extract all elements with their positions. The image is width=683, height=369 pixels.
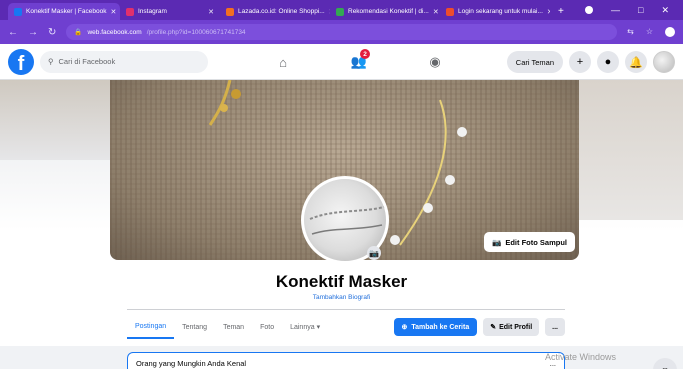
tab-more-label: Lainnya xyxy=(290,323,315,331)
browser-tab-title: Login sekarang untuk mulai... xyxy=(458,8,543,15)
browser-tab[interactable]: Lazada.co.id: Online Shoppi... ✕ xyxy=(220,3,330,20)
maximize-icon[interactable]: □ xyxy=(638,5,643,15)
add-bio-link[interactable]: Tambahkan Biografi xyxy=(0,294,683,301)
url-domain: web.facebook.com xyxy=(87,28,142,36)
close-icon[interactable]: ✕ xyxy=(110,8,116,16)
browser-tab-title: Instagram xyxy=(138,8,167,15)
edit-cover-label: Edit Foto Sampul xyxy=(505,237,568,247)
plus-icon: + xyxy=(576,56,584,68)
shopee-favicon-icon xyxy=(446,7,454,16)
instagram-favicon-icon xyxy=(126,7,134,16)
window-controls: — □ ✕ xyxy=(585,0,683,20)
facebook-header: f ⚲ Cari di Facebook ⌂ 👥 2 ◉ Cari Teman … xyxy=(0,44,683,80)
browser-tab[interactable]: Konektif Masker | Facebook ✕ xyxy=(8,3,120,20)
tab-friends[interactable]: Teman xyxy=(215,315,252,339)
suggestion-title: Orang yang Mungkin Anda Kenal xyxy=(136,359,247,368)
home-nav-button[interactable]: ⌂ xyxy=(268,47,298,77)
browser-tab-strip: Konektif Masker | Facebook ✕ Instagram ✕… xyxy=(0,0,683,20)
notifications-button[interactable]: 🔔 xyxy=(625,51,647,73)
browser-tab[interactable]: Rekomendasi Konektif | di... ✕ xyxy=(330,3,440,20)
browser-tab[interactable]: Instagram ✕ xyxy=(120,3,220,20)
update-profile-picture-camera-icon[interactable]: 📷 xyxy=(367,246,381,260)
browser-tab-title: Rekomendasi Konektif | di... xyxy=(348,8,429,15)
close-icon[interactable]: ✕ xyxy=(208,8,214,16)
close-window-icon[interactable]: ✕ xyxy=(661,5,669,16)
reload-icon[interactable]: ↻ xyxy=(48,27,56,38)
minimize-icon[interactable]: — xyxy=(611,5,620,15)
close-icon[interactable]: ✕ xyxy=(329,8,330,16)
close-icon[interactable]: ✕ xyxy=(433,8,439,16)
messenger-icon: ● xyxy=(604,56,612,68)
edit-profile-button[interactable]: ✎ Edit Profil xyxy=(483,318,540,336)
browser-profile-icon[interactable] xyxy=(585,6,594,14)
browser-tab-title: Konektif Masker | Facebook xyxy=(26,8,107,15)
browser-toolbar: ← → ↻ 🔒 web.facebook.com/profile.php?id=… xyxy=(0,20,683,44)
edit-profile-label: Edit Profil xyxy=(499,323,533,331)
forward-arrow-icon[interactable]: → xyxy=(28,27,38,38)
pencil-icon: ✎ xyxy=(490,324,497,331)
profile-tabs: Postingan Tentang Teman Foto Lainnya ▾ ⊕… xyxy=(127,315,565,339)
header-right-actions: Cari Teman + ● 🔔 xyxy=(506,44,675,80)
browser-tab-title: Lazada.co.id: Online Shoppi... xyxy=(238,8,325,15)
friends-nav-button[interactable]: 👥 2 xyxy=(344,47,374,77)
close-icon[interactable]: ✕ xyxy=(547,8,550,16)
search-icon: ⚲ xyxy=(48,57,54,66)
toolbar-icons: ⇆ ☆ xyxy=(627,27,675,37)
messenger-button[interactable]: ● xyxy=(597,51,619,73)
star-icon[interactable]: ☆ xyxy=(646,27,653,37)
more-options-button[interactable]: ... xyxy=(545,318,565,336)
groups-nav-button[interactable]: ◉ xyxy=(420,47,450,77)
tab-posts[interactable]: Postingan xyxy=(127,315,175,339)
translate-icon[interactable]: ⇆ xyxy=(627,27,634,37)
camera-icon: 📷 xyxy=(492,237,502,247)
chevron-down-icon: ▾ xyxy=(316,324,321,331)
tab-more[interactable]: Lainnya ▾ xyxy=(282,315,328,339)
home-icon: ⌂ xyxy=(279,54,287,70)
add-to-story-button[interactable]: ⊕ Tambah ke Cerita xyxy=(393,318,478,336)
lazada-favicon-icon xyxy=(226,7,234,16)
page-title: Konektif Masker xyxy=(275,272,408,291)
cover-backdrop-right xyxy=(579,80,683,220)
people-you-may-know-card: Orang yang Mungkin Anda Kenal ... xyxy=(127,352,565,369)
tab-about[interactable]: Tentang xyxy=(174,315,215,339)
add-to-story-label: Tambah ke Cerita xyxy=(411,323,470,331)
divider xyxy=(127,309,565,310)
tab-photos[interactable]: Foto xyxy=(252,315,282,339)
facebook-favicon-icon xyxy=(14,7,22,16)
bell-icon: 🔔 xyxy=(629,56,643,69)
account-avatar-icon[interactable] xyxy=(665,27,675,37)
new-tab-button[interactable]: + xyxy=(550,3,572,20)
facebook-main-nav: ⌂ 👥 2 ◉ xyxy=(268,44,450,80)
windows-activation-watermark: Activate Windows xyxy=(545,352,617,362)
lock-icon: 🔒 xyxy=(74,29,83,36)
search-input[interactable]: ⚲ Cari di Facebook xyxy=(40,50,208,73)
address-bar[interactable]: 🔒 web.facebook.com/profile.php?id=100060… xyxy=(66,24,618,40)
facebook-logo-icon[interactable]: f xyxy=(8,48,34,75)
chat-button[interactable]: ✉ xyxy=(653,358,677,369)
notification-badge: 2 xyxy=(360,49,370,59)
account-avatar[interactable] xyxy=(653,51,675,73)
back-arrow-icon[interactable]: ← xyxy=(8,27,18,38)
create-button[interactable]: + xyxy=(569,51,591,73)
edit-cover-photo-button[interactable]: 📷 Edit Foto Sampul xyxy=(484,232,576,252)
search-placeholder: Cari di Facebook xyxy=(58,57,116,66)
browser-tab[interactable]: Login sekarang untuk mulai... ✕ xyxy=(440,3,550,20)
page-favicon-icon xyxy=(336,7,344,16)
url-path: /profile.php?id=100060671741734 xyxy=(146,28,246,36)
profile-actions: ⊕ Tambah ke Cerita ✎ Edit Profil ... xyxy=(393,318,565,336)
find-friends-button[interactable]: Cari Teman xyxy=(506,51,563,73)
cover-backdrop-left xyxy=(0,80,110,160)
plus-circle-icon: ⊕ xyxy=(401,324,408,331)
groups-icon: ◉ xyxy=(429,54,441,69)
